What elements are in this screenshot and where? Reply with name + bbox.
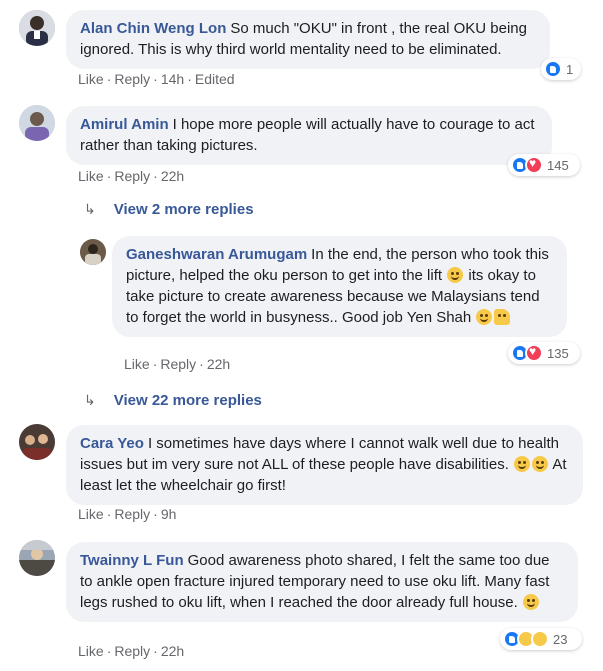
comment-author[interactable]: Alan Chin Weng Lon xyxy=(80,20,226,37)
reaction-count: 1 xyxy=(566,61,574,77)
view-more-replies[interactable]: ↳ View 2 more replies xyxy=(84,201,254,218)
comment-author[interactable]: Cara Yeo xyxy=(80,435,144,452)
avatar[interactable] xyxy=(19,10,55,46)
avatar[interactable] xyxy=(19,105,55,141)
avatar[interactable] xyxy=(80,239,106,265)
reaction-summary[interactable]: 23 xyxy=(500,628,582,650)
timestamp[interactable]: 22h xyxy=(161,643,184,659)
like-link[interactable]: Like xyxy=(78,506,104,522)
comment-author[interactable]: Ganeshwaran Arumugam xyxy=(126,246,307,263)
like-link[interactable]: Like xyxy=(78,71,104,87)
reaction-summary[interactable]: 145 xyxy=(508,154,580,176)
love-reaction-icon xyxy=(525,344,543,362)
comment-bubble: Alan Chin Weng Lon So much "OKU" in front… xyxy=(66,10,550,69)
like-reaction-icon xyxy=(544,60,562,78)
comment-bubble: Twainny L Fun Good awareness photo shared… xyxy=(66,542,578,622)
avatar-image xyxy=(19,540,55,576)
like-link[interactable]: Like xyxy=(78,643,104,659)
timestamp[interactable]: 22h xyxy=(207,356,230,372)
comment-author[interactable]: Twainny L Fun xyxy=(80,552,184,569)
comment-author[interactable]: Amirul Amin xyxy=(80,116,169,133)
reaction-summary[interactable]: 1 xyxy=(541,58,581,80)
comment-actions: Like · Reply · 22h xyxy=(124,356,231,372)
reaction-count: 23 xyxy=(553,631,568,647)
comment-bubble: Cara Yeo I sometimes have days where I ca… xyxy=(66,425,583,505)
thinking-emoji-icon xyxy=(514,456,531,472)
like-link[interactable]: Like xyxy=(124,356,150,372)
edited-label: Edited xyxy=(194,71,235,87)
view-more-replies-label[interactable]: View 22 more replies xyxy=(114,392,262,409)
reply-link[interactable]: Reply xyxy=(114,71,150,87)
reply-link[interactable]: Reply xyxy=(114,168,150,184)
avatar-image xyxy=(19,424,55,460)
reaction-count: 135 xyxy=(547,345,569,361)
comment-actions: Like · Reply · 14h · Edited xyxy=(78,71,235,87)
comment-bubble: Ganeshwaran Arumugam In the end, the pers… xyxy=(112,236,567,337)
like-link[interactable]: Like xyxy=(78,168,104,184)
avatar-image xyxy=(19,105,55,141)
reply-link[interactable]: Reply xyxy=(114,643,150,659)
avatar-image xyxy=(80,239,106,265)
comment-actions: Like · Reply · 9h xyxy=(78,506,177,522)
comment-bubble: Amirul Amin I hope more people will actua… xyxy=(66,106,552,165)
smile-emoji-icon xyxy=(447,267,464,283)
love-reaction-icon xyxy=(525,156,543,174)
reply-arrow-icon: ↳ xyxy=(84,201,96,217)
comment-actions: Like · Reply · 22h xyxy=(78,168,185,184)
thumbs-up-emoji-icon xyxy=(494,309,511,325)
avatar-image xyxy=(19,10,55,46)
reaction-count: 145 xyxy=(547,157,569,173)
wow-reaction-icon xyxy=(531,630,549,648)
view-more-replies[interactable]: ↳ View 22 more replies xyxy=(84,392,262,409)
reply-link[interactable]: Reply xyxy=(160,356,196,372)
avatar[interactable] xyxy=(19,540,55,576)
reaction-summary[interactable]: 135 xyxy=(508,342,580,364)
comment-text: I sometimes have days where I cannot wal… xyxy=(80,435,559,473)
avatar[interactable] xyxy=(19,424,55,460)
reply-link[interactable]: Reply xyxy=(114,506,150,522)
scream-emoji-icon xyxy=(522,594,539,610)
timestamp[interactable]: 9h xyxy=(161,506,177,522)
view-more-replies-label[interactable]: View 2 more replies xyxy=(114,201,254,218)
comment-actions: Like · Reply · 22h xyxy=(78,643,185,659)
timestamp[interactable]: 14h xyxy=(161,71,184,87)
reply-arrow-icon: ↳ xyxy=(84,392,96,408)
timestamp[interactable]: 22h xyxy=(161,168,184,184)
smile-emoji-icon xyxy=(476,309,493,325)
sad-emoji-icon xyxy=(532,456,549,472)
